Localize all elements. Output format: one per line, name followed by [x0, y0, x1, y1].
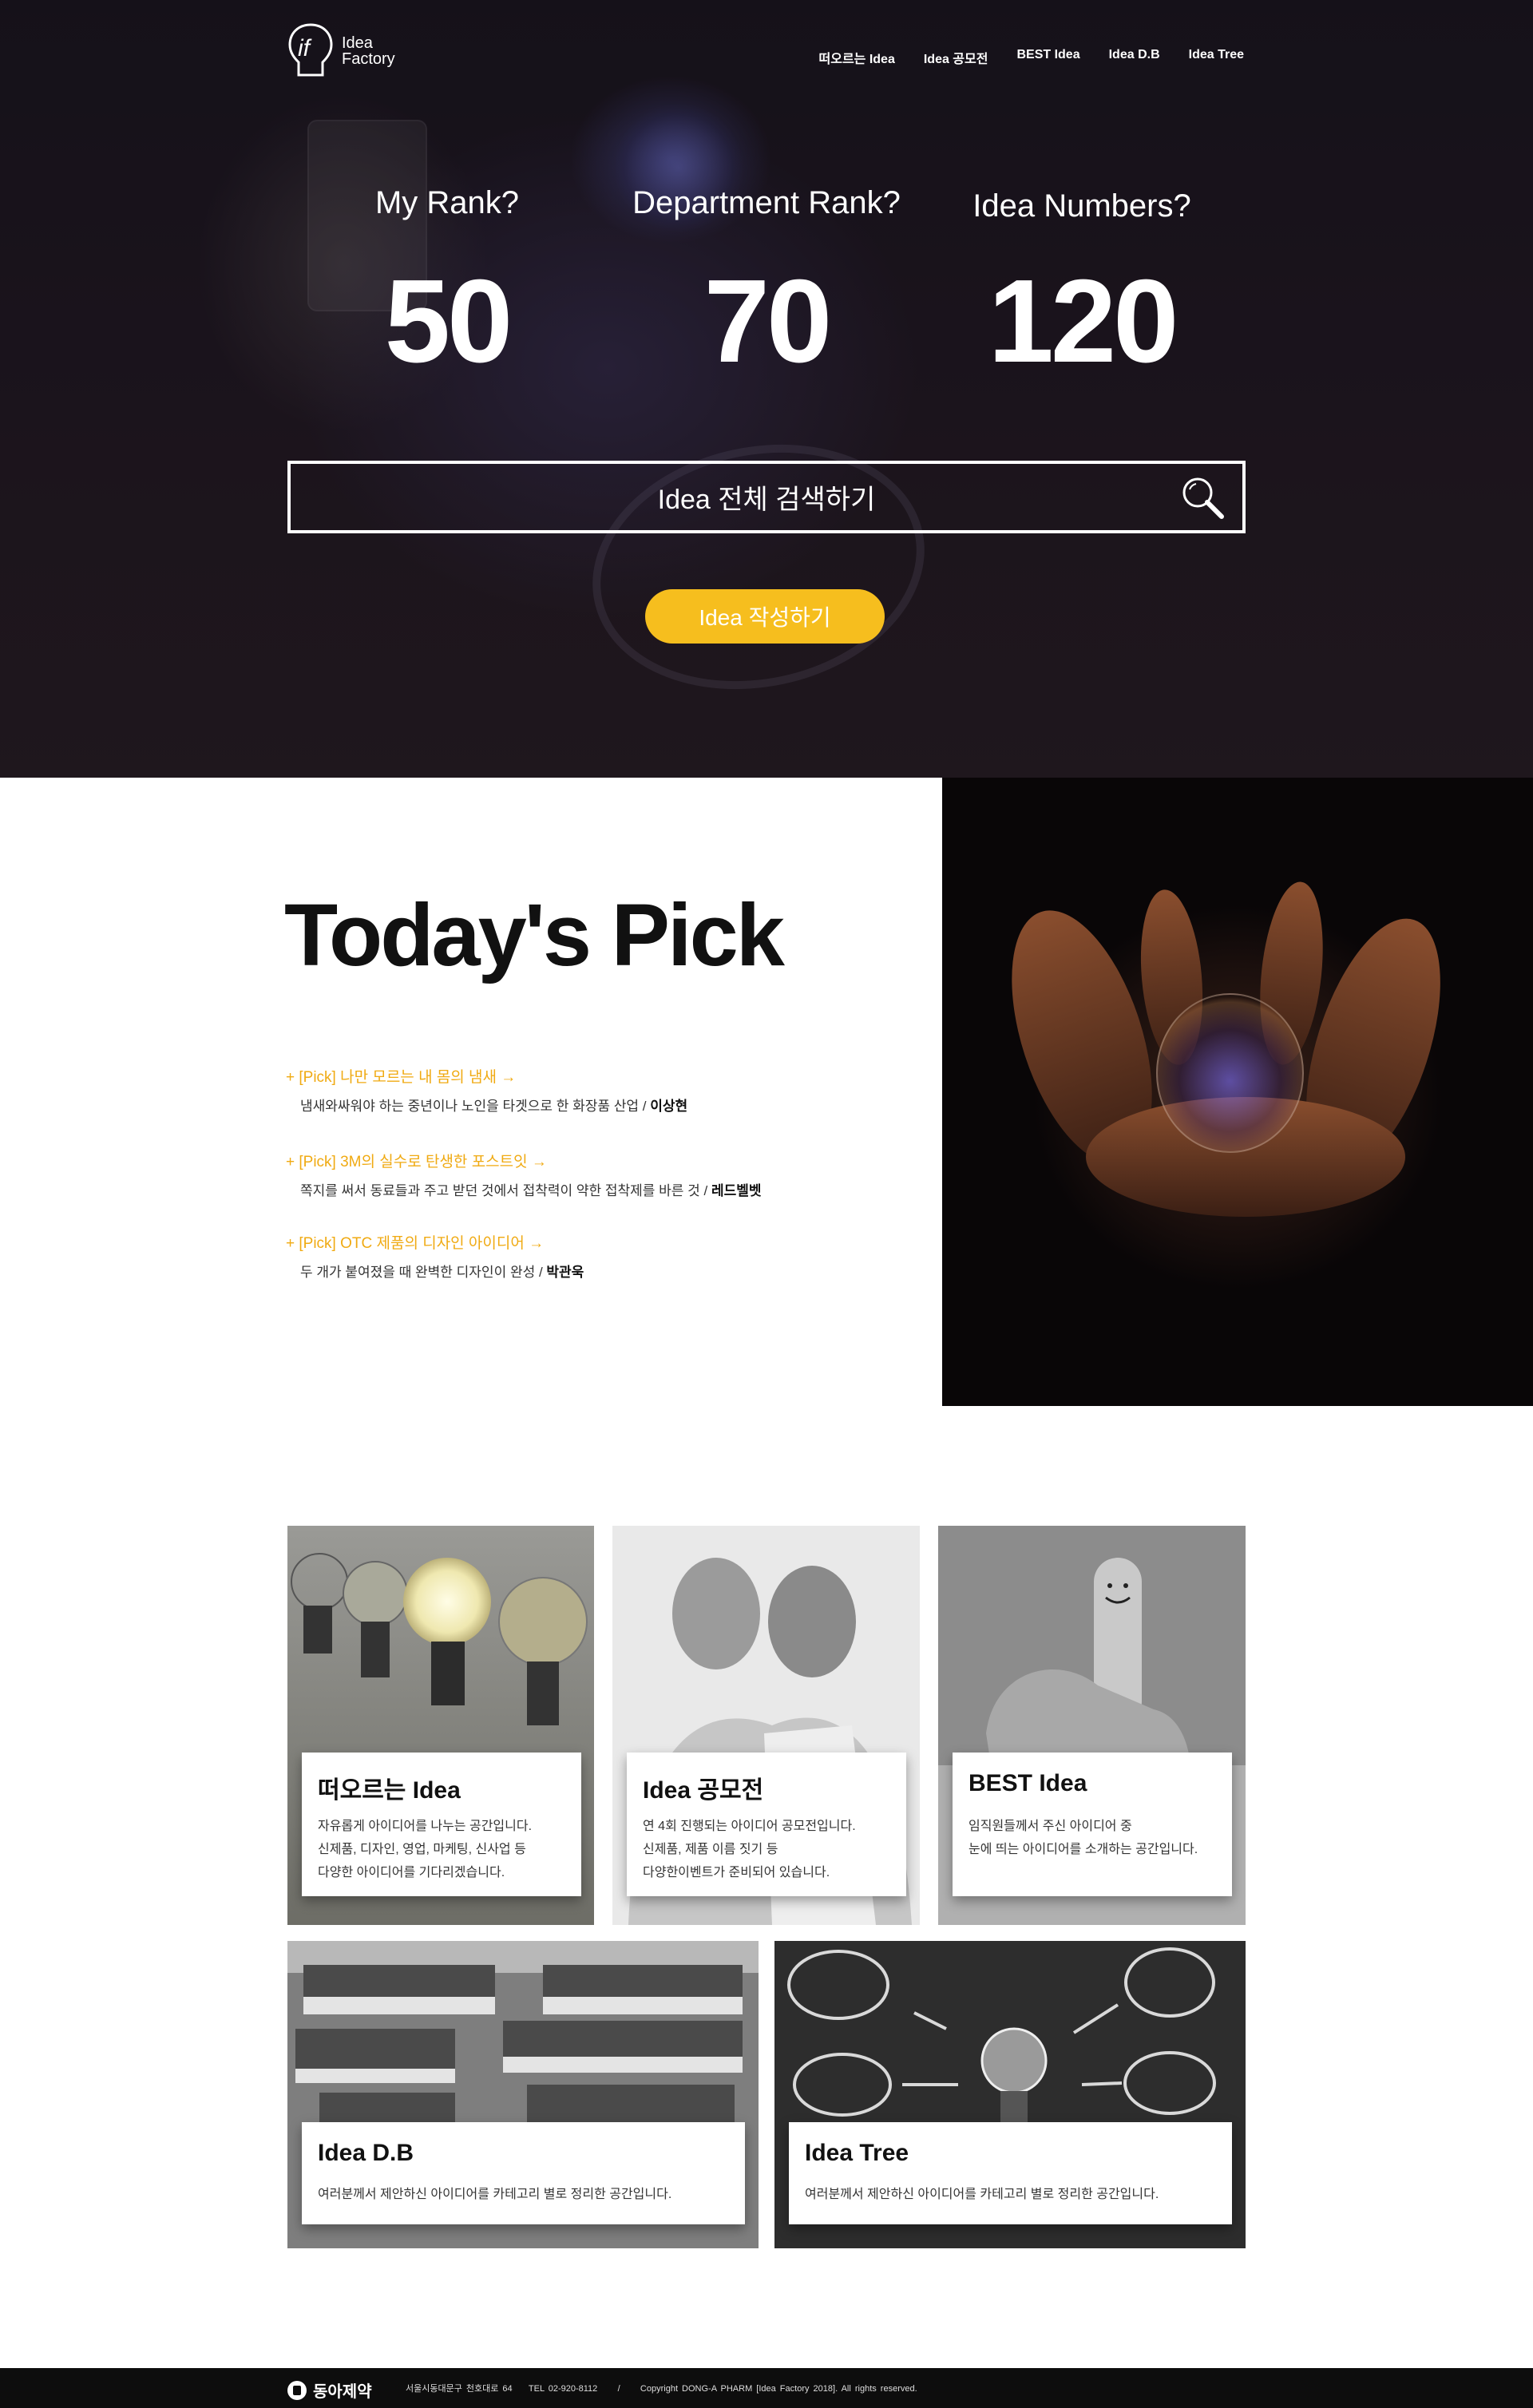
pick-description: 두 개가 붙여졌을 때 완벽한 디자인이 완성 / 박관욱	[300, 1265, 584, 1280]
svg-text:if: if	[298, 35, 312, 61]
footer-copyright: Copyright DONG-A PHARM [Idea Factory 201…	[640, 2384, 917, 2394]
department-rank-label: Department Rank?	[632, 185, 901, 220]
card-title: BEST Idea	[969, 1770, 1087, 1796]
pick-author: 레드벨벳	[711, 1183, 762, 1198]
logo[interactable]: if Idea Factory	[287, 22, 399, 83]
card-idea-tree[interactable]: Idea Tree 여러분께서 제안하신 아이디어를 카테고리 별로 정리한 공…	[774, 1941, 1246, 2248]
pick-bulb-photo	[942, 778, 1533, 1406]
pick-item[interactable]: + [Pick] 나만 모르는 내 몸의 냄새 → 냄새와싸워야 하는 중년이나…	[286, 1065, 687, 1115]
card-description: 여러분께서 제안하신 아이디어를 카테고리 별로 정리한 공간입니다.	[805, 2188, 1159, 2201]
pick-headline[interactable]: + [Pick] 3M의 실수로 탄생한 포스트잇 →	[286, 1150, 762, 1171]
department-rank-value: 70	[703, 255, 833, 387]
card-description: 임직원들께서 주신 아이디어 중 눈에 띄는 아이디어를 소개하는 공간입니다.	[969, 1820, 1198, 1856]
card-title: Idea 공모전	[643, 1777, 764, 1804]
footer-logo: 동아제약	[287, 2378, 372, 2402]
search-input[interactable]: Idea 전체 검색하기	[287, 461, 1246, 533]
nav-idea-contest[interactable]: Idea 공모전	[924, 48, 988, 67]
card-idea-db[interactable]: Idea D.B 여러분께서 제안하신 아이디어를 카테고리 별로 정리한 공간…	[287, 1941, 759, 2248]
nav-rising-idea[interactable]: 떠오르는 Idea	[819, 48, 895, 67]
card-description: 연 4회 진행되는 아이디어 공모전입니다. 신제품, 제품 이름 짓기 등 다양한…	[643, 1820, 856, 1879]
footer-address: 서울시동대문구 천호대로 64	[406, 2384, 513, 2394]
card-description: 여러분께서 제안하신 아이디어를 카테고리 별로 정리한 공간입니다.	[318, 2188, 672, 2201]
hero-section: if Idea Factory 떠오르는 Idea Idea 공모전 BEST …	[0, 0, 1533, 778]
my-rank-label: My Rank?	[374, 185, 520, 220]
logo-text-line1: Idea	[342, 34, 373, 52]
idea-numbers-value: 120	[988, 255, 1179, 387]
footer-tel: TEL 02-920-8112	[528, 2384, 598, 2394]
card-best-idea[interactable]: BEST Idea 임직원들께서 주신 아이디어 중 눈에 띄는 아이디어를 소개…	[938, 1526, 1246, 1925]
card-idea-contest[interactable]: Idea 공모전 연 4회 진행되는 아이디어 공모전입니다. 신제품, 제품 이…	[612, 1526, 920, 1925]
todays-pick-title: Today's Pick	[284, 886, 785, 984]
nav-idea-db[interactable]: Idea D.B	[1109, 48, 1160, 67]
nav-idea-tree[interactable]: Idea Tree	[1189, 48, 1244, 67]
footer-info: 서울시동대문구 천호대로 64 TEL 02-920-8112 / Copyri…	[406, 2382, 917, 2394]
pick-headline[interactable]: + [Pick] OTC 제품의 디자인 아이디어 →	[286, 1231, 584, 1253]
logo-bulb-icon: if	[288, 23, 333, 77]
pick-item[interactable]: + [Pick] OTC 제품의 디자인 아이디어 → 두 개가 붙여졌을 때 …	[286, 1231, 584, 1281]
idea-numbers-label: Idea Numbers?	[972, 188, 1191, 224]
search-placeholder: Idea 전체 검색하기	[657, 485, 876, 515]
pick-description: 냄새와싸워야 하는 중년이나 노인을 타겟으로 한 화장품 산업 / 이상현	[300, 1099, 688, 1114]
footer: 동아제약 서울시동대문구 천호대로 64 TEL 02-920-8112 / C…	[0, 2368, 1533, 2408]
pick-item[interactable]: + [Pick] 3M의 실수로 탄생한 포스트잇 → 쪽지를 써서 동료들과 …	[286, 1150, 762, 1199]
logo-text-line2: Factory	[342, 50, 395, 68]
pick-description: 쪽지를 써서 동료들과 주고 받던 것에서 접착력이 약한 접착제를 바른 것 …	[300, 1183, 762, 1198]
pick-author: 박관욱	[546, 1265, 584, 1280]
card-title: Idea Tree	[805, 2140, 909, 2166]
glowing-bulb	[1156, 993, 1304, 1153]
footer-separator: /	[617, 2384, 620, 2394]
pick-headline[interactable]: + [Pick] 나만 모르는 내 몸의 냄새 →	[286, 1065, 687, 1087]
nav-best-idea[interactable]: BEST Idea	[1016, 48, 1079, 67]
write-idea-button[interactable]: Idea 작성하기	[645, 589, 885, 644]
company-logo-icon	[287, 2380, 307, 2400]
pick-author: 이상현	[650, 1099, 688, 1114]
company-name: 동아제약	[313, 2383, 372, 2401]
card-title: Idea D.B	[318, 2140, 414, 2166]
card-description: 자유롭게 아이디어를 나누는 공간입니다. 신제품, 디자인, 영업, 마케팅, …	[318, 1820, 533, 1879]
main-nav: 떠오르는 Idea Idea 공모전 BEST Idea Idea D.B Id…	[819, 48, 1245, 67]
card-rising-idea[interactable]: 떠오르는 Idea 자유롭게 아이디어를 나누는 공간입니다. 신제품, 디자인,…	[287, 1526, 594, 1925]
search-icon[interactable]	[1178, 473, 1226, 521]
my-rank-value: 50	[384, 255, 513, 387]
card-title: 떠오르는 Idea	[318, 1777, 461, 1804]
